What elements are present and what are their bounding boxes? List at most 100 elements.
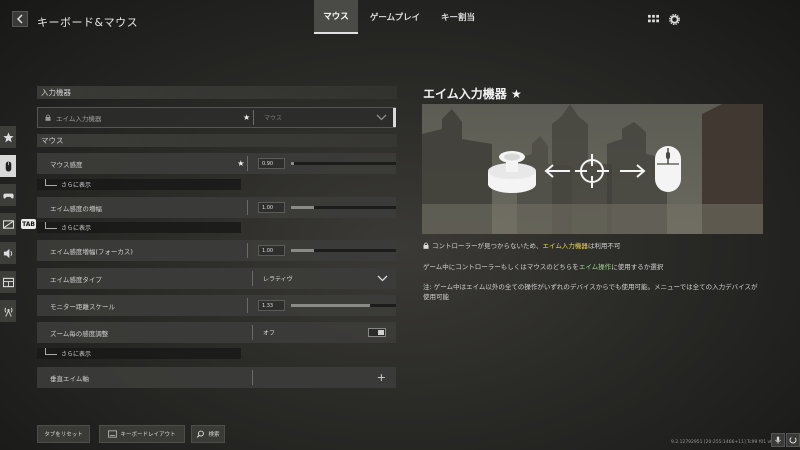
setting-label: ズーム毎の感度調整 [50, 329, 109, 338]
rail-graphics[interactable] [0, 213, 17, 235]
rail-audio[interactable] [0, 242, 17, 264]
back-button[interactable] [12, 11, 28, 27]
detail-unavailable-note: コントローラーが見つからないため、エイム入力機器は利用不可 [423, 241, 768, 251]
elbow-connector [45, 222, 57, 229]
button-label: タブをリセット [44, 432, 83, 438]
dropdown-value: マウス [264, 115, 283, 122]
value-input[interactable]: 1.33 [257, 300, 285, 311]
reset-tab-button[interactable]: タブをリセット [37, 425, 90, 443]
setting-monitor-distance[interactable]: モニター距離スケール 1.33 [37, 295, 396, 316]
slider-fill [290, 249, 315, 252]
social-button[interactable] [786, 433, 800, 447]
section-input-device: 入力機器 [37, 86, 397, 99]
show-more-link[interactable]: さらに表示 [37, 179, 241, 190]
show-more-link[interactable]: さらに表示 [37, 348, 241, 359]
setting-per-zoom-sensitivity[interactable]: ズーム毎の感度調整 オフ [37, 322, 396, 343]
setting-label-wrap: エイム入力機器 [38, 113, 243, 123]
slider-fill [290, 206, 315, 209]
microphone-icon [775, 436, 781, 444]
detail-description: ゲーム中にコントローラーもしくはマウスのどちらをエイム操作に使用するか選択 [423, 262, 768, 272]
slider-fill [290, 162, 295, 165]
interface-icon [2, 277, 14, 287]
network-icon [4, 307, 12, 317]
tab-gameplay[interactable]: ゲームプレイ [362, 0, 428, 34]
dropdown-value: レラティヴ [263, 276, 293, 283]
tab-keybinds[interactable]: キー割当 [432, 0, 484, 34]
gamepad-icon [2, 193, 14, 199]
desc-text: コントローラーが見つからないため、 [432, 242, 543, 250]
star-icon: ★ [237, 159, 245, 168]
scroll-indicator[interactable] [393, 108, 396, 127]
setting-mouse-sensitivity[interactable]: マウス感度 ★ 0.90 [37, 153, 396, 174]
slider-track[interactable] [290, 162, 396, 165]
setting-label: エイム入力機器 [56, 114, 102, 123]
version-string: 9.2.12792951 [20:255:1466+11] Tc99 f01 v… [671, 440, 785, 445]
tab-mouse[interactable]: マウス [314, 0, 358, 34]
setting-label: エイム感度増幅(フォーカス) [50, 247, 133, 256]
chevron-down-icon [376, 114, 387, 121]
section-mouse: マウス [37, 134, 397, 147]
gear-icon[interactable] [668, 13, 680, 25]
display-icon [2, 219, 14, 229]
desc-text: ゲーム中にコントローラーもしくはマウスのどちらを [423, 263, 579, 271]
lock-icon [423, 242, 429, 249]
page-title: キーボード&マウス [37, 16, 139, 29]
setting-vertical-aim-axis[interactable]: 垂直エイム軸 + [37, 367, 396, 388]
setting-ads-multiplier[interactable]: エイム感度の増幅 1.00 [37, 197, 396, 218]
button-label: 検索 [208, 432, 220, 438]
show-more-label: さらに表示 [61, 351, 92, 358]
tab-label: キー割当 [440, 13, 475, 23]
setting-ads-focus-multiplier[interactable]: エイム感度増幅(フォーカス) 1.00 [37, 240, 396, 261]
detail-note: 注: ゲーム中はエイム以外の全ての操作がいずれのデバイスからでも使用可能。メニュ… [423, 283, 758, 302]
value-input[interactable]: 1.00 [257, 202, 285, 213]
setting-label: 垂直エイム軸 [50, 374, 89, 383]
lock-icon [45, 114, 51, 121]
speaker-icon [3, 248, 12, 258]
setting-ads-sensitivity-type[interactable]: エイム感度タイプ レラティヴ [37, 268, 396, 289]
rail-controller[interactable] [0, 184, 17, 206]
slider-track[interactable] [290, 304, 396, 307]
keyboard-icon [108, 430, 118, 438]
mic-button[interactable] [771, 433, 785, 447]
tab-label: マウス [323, 12, 349, 22]
keyboard-layout-button[interactable]: キーボードレイアウト [99, 425, 185, 443]
button-label: キーボードレイアウト [120, 432, 176, 438]
preview-illustration [422, 104, 763, 234]
toggle-value: オフ [263, 330, 276, 337]
mouse-icon [5, 160, 11, 172]
star-icon: ★ [243, 113, 251, 122]
setting-label: エイム感度の増幅 [50, 204, 102, 213]
expand-plus-icon[interactable]: + [377, 371, 386, 384]
desc-text: は利用不可 [587, 242, 621, 250]
show-more-link[interactable]: さらに表示 [37, 222, 241, 233]
setting-aim-input-device: エイム入力機器 ★ マウス [37, 107, 396, 128]
value-input[interactable]: 0.90 [257, 158, 285, 169]
rail-interface[interactable] [0, 271, 17, 293]
chevron-left-icon [16, 14, 23, 24]
desc-highlight: エイム操作 [578, 263, 612, 271]
toggle-switch[interactable] [368, 328, 386, 337]
elbow-connector [45, 179, 57, 186]
rail-network[interactable] [0, 300, 17, 322]
slider-track[interactable] [290, 249, 396, 252]
tab-label: ゲームプレイ [369, 13, 421, 23]
slider-fill [290, 304, 370, 307]
rail-mouse[interactable] [0, 155, 17, 177]
preview-image [422, 104, 763, 234]
slider-track[interactable] [290, 206, 396, 209]
grid-icon[interactable] [647, 13, 659, 25]
search-button[interactable]: 検索 [191, 425, 225, 443]
value-input[interactable]: 1.00 [257, 245, 285, 256]
desc-highlight: エイム入力機器 [542, 242, 588, 250]
elbow-connector [45, 348, 57, 355]
star-icon [2, 131, 14, 142]
setting-label: エイム感度タイプ [50, 275, 102, 284]
rail-favorites[interactable] [0, 126, 17, 148]
search-icon [197, 430, 205, 438]
show-more-label: さらに表示 [61, 182, 92, 189]
tab-key-hint: TAB [21, 219, 36, 229]
desc-text: に使用するか選択 [611, 263, 664, 271]
show-more-label: さらに表示 [61, 225, 92, 232]
setting-label: モニター距離スケール [50, 302, 115, 311]
detail-title: エイム入力機器 ★ [423, 87, 522, 101]
